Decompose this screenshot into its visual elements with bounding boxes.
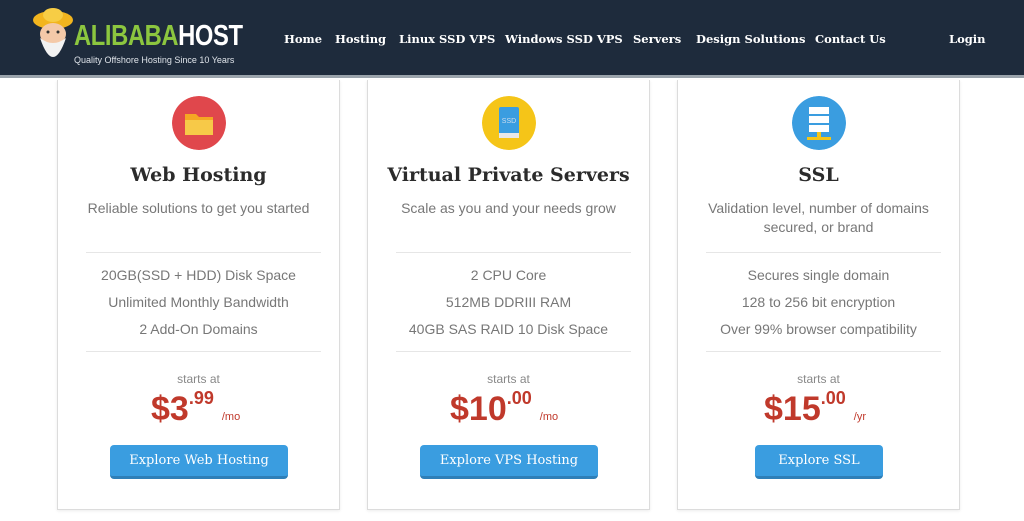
divider (706, 252, 941, 253)
brand-name: ALIBABAHOST (74, 20, 243, 52)
feature: 20GB(SSD + HDD) Disk Space (101, 267, 296, 283)
nav-contact-us[interactable]: Contact Us (815, 32, 886, 46)
card-title: Web Hosting (130, 164, 267, 186)
starts-at-label: starts at (487, 372, 530, 386)
card-title: Virtual Private Servers (387, 164, 630, 186)
mascot-logo-icon (33, 8, 73, 57)
card-title: SSL (798, 164, 839, 186)
starts-at-label: starts at (177, 372, 220, 386)
divider (86, 252, 321, 253)
card-subtitle: Scale as you and your needs grow (401, 200, 616, 216)
nav-hosting[interactable]: Hosting (335, 32, 386, 46)
site-header: ALIBABAHOST Quality Offshore Hosting Sin… (0, 0, 1024, 78)
explore-web-hosting-button[interactable]: Explore Web Hosting (110, 445, 288, 479)
explore-vps-hosting-button[interactable]: Explore VPS Hosting (420, 445, 598, 479)
price: $3.99/mo (151, 388, 241, 428)
logo[interactable]: ALIBABAHOST Quality Offshore Hosting Sin… (30, 4, 250, 74)
feature: Unlimited Monthly Bandwidth (108, 294, 289, 310)
nav-servers[interactable]: Servers (633, 32, 681, 46)
ssd-icon: SSD (482, 96, 536, 150)
feature: 40GB SAS RAID 10 Disk Space (408, 321, 609, 337)
tagline: Quality Offshore Hosting Since 10 Years (74, 55, 235, 65)
svg-text:SSD: SSD (502, 118, 516, 125)
card-subtitle: Validation level, number of domains secu… (708, 200, 929, 235)
nav-design-solutions[interactable]: Design Solutions (696, 32, 805, 46)
divider (396, 252, 631, 253)
nav-windows-ssd-vps[interactable]: Windows SSD VPS (505, 32, 623, 46)
feature: 128 to 256 bit encryption (741, 294, 896, 310)
folder-icon (172, 96, 226, 150)
server-icon (792, 96, 846, 150)
card-subtitle: Reliable solutions to get you started (87, 200, 310, 216)
price: $15.00/yr (764, 388, 866, 428)
feature: Secures single domain (747, 267, 890, 283)
feature: Over 99% browser compatibility (720, 321, 917, 337)
login-link[interactable]: Login (949, 32, 986, 46)
card-web-hosting: Web Hosting Reliable solutions to get yo… (57, 80, 340, 510)
explore-ssl-button[interactable]: Explore SSL (755, 445, 883, 479)
card-vps: SSD Virtual Private Servers Scale as you… (367, 80, 650, 510)
feature: 2 CPU Core (470, 267, 547, 283)
divider (396, 351, 631, 352)
divider (706, 351, 941, 352)
price: $10.00/mo (450, 388, 559, 428)
feature: 2 Add-On Domains (139, 321, 258, 337)
starts-at-label: starts at (797, 372, 840, 386)
feature: 512MB DDRIII RAM (445, 294, 572, 310)
card-ssl: SSL Validation level, number of domains … (677, 80, 960, 510)
nav-home[interactable]: Home (284, 32, 322, 46)
divider (86, 351, 321, 352)
nav-linux-ssd-vps[interactable]: Linux SSD VPS (399, 32, 495, 46)
